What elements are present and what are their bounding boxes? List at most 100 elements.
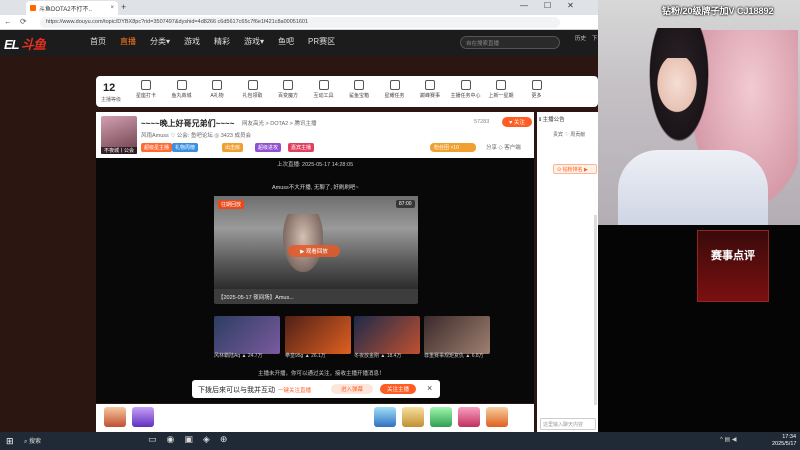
toolbar-item[interactable]: 主播任务中心	[450, 80, 482, 99]
system-tray[interactable]: ^ ▤ ◀	[720, 436, 736, 443]
follow-button[interactable]: ♥ 关注	[502, 117, 532, 127]
notice-follow-button[interactable]: 关注主播	[380, 384, 416, 394]
gift-item-7[interactable]	[486, 407, 508, 427]
event-review-text: 赛事点评	[711, 250, 755, 262]
gift-item-5[interactable]	[430, 407, 452, 427]
gift-item-3[interactable]	[374, 407, 396, 427]
history-icon[interactable]: 历史	[575, 34, 586, 42]
nav-pr[interactable]: PR赛区	[308, 36, 335, 47]
back-icon[interactable]: ←	[4, 17, 12, 26]
chat-input[interactable]: 这里输入聊天内容	[540, 418, 596, 430]
recommended-video-thumb[interactable]	[285, 316, 351, 354]
webcam-face	[656, 58, 698, 114]
badge-guest-anchor[interactable]: 嘉宾主播	[288, 143, 315, 152]
browser-app-icon[interactable]: ◉	[167, 434, 175, 445]
site-search-input[interactable]: 自在搜索直播	[460, 36, 560, 49]
toolbar-item[interactable]: 星耀任务	[379, 80, 411, 99]
toolbar-item-label: 上新一星期	[488, 93, 514, 99]
close-window-icon[interactable]: ✕	[567, 1, 574, 10]
gift-item-1[interactable]	[104, 407, 126, 427]
screen-root: { "browser": { "tab_title": "斗鱼DOTA2不打不.…	[0, 0, 800, 450]
gift-item-6[interactable]	[458, 407, 480, 427]
nav-home[interactable]: 首页	[90, 36, 106, 47]
recommended-video-caption: 风林霸陆Aq ▲ 24.7万	[214, 353, 263, 359]
app-icon[interactable]: ⊕	[220, 434, 228, 445]
offline-message: 主播未开播，你可以通过关注，接收主播开播消息！	[258, 371, 385, 377]
maximize-icon[interactable]: ☐	[544, 1, 551, 10]
toolbar-item-icon	[212, 80, 222, 90]
browser-tab[interactable]: 斗鱼DOTA2不打不.. ×	[26, 1, 118, 15]
start-icon[interactable]: ⊞	[6, 436, 14, 447]
toolbar-item-label: 鱼丸商城	[171, 93, 192, 99]
reload-icon[interactable]: ⟳	[20, 17, 27, 26]
event-review-card[interactable]	[697, 230, 769, 302]
replay-caption: 【2025-05-17 夜间场】Amus...	[218, 295, 294, 301]
nav-games[interactable]: 游戏	[184, 36, 200, 47]
site-logo[interactable]: EL 斗鱼	[4, 34, 46, 53]
toolbar-item-label: 鲨鱼宝箱	[348, 93, 369, 99]
toolbar-item[interactable]: 百变魔方	[272, 80, 304, 99]
toolbar-item-icon	[318, 80, 329, 90]
nav-yuba[interactable]: 鱼吧	[278, 36, 294, 47]
toolbar-item[interactable]: A礼物	[201, 80, 233, 99]
fans-club-button[interactable]: 粉丝团 ×10	[430, 143, 476, 152]
anchor-level-label: 主播等级	[101, 97, 122, 103]
edge-icon[interactable]: ◈	[203, 434, 210, 445]
nav-live[interactable]: 直播	[120, 36, 136, 47]
url-input[interactable]: https://www.douyu.com/topic/DYBX8pc?rid=…	[40, 17, 560, 28]
os-taskbar	[0, 432, 800, 450]
enter-danmaku-button[interactable]: 进入弹幕	[331, 384, 373, 394]
address-bar-row: ← ⟳ https://www.douyu.com/topic/DYBX8pc?…	[0, 15, 598, 30]
recommended-video-thumb[interactable]	[214, 316, 280, 354]
badge-super-attack[interactable]: 超级进攻	[255, 143, 282, 152]
minimize-icon[interactable]: —	[520, 1, 528, 10]
nav-games-more[interactable]: 游戏▾	[244, 36, 264, 47]
toolbar-item-icon	[141, 80, 151, 90]
rank-tabs[interactable]: 贵宾 ♡ 周贡献	[553, 131, 585, 138]
taskbar-search[interactable]: ⌕ 搜索	[24, 436, 41, 446]
chat-scrollbar[interactable]	[594, 215, 597, 405]
toolbar-item-icon	[531, 80, 542, 90]
explorer-icon[interactable]: ▣	[184, 434, 193, 445]
badge-attack-room[interactable]: 出击房	[222, 143, 244, 152]
recommended-video-thumb[interactable]	[424, 316, 490, 354]
taskbar-clock: 17:34 2025/5/17	[772, 434, 796, 448]
nav-highlights[interactable]: 精彩	[214, 36, 230, 47]
toolbar-item-icon	[247, 80, 258, 90]
recommended-video-caption: 拳皇95g ▲ 26.1万	[285, 353, 326, 359]
toolbar-item-label: 星耀任务	[384, 93, 405, 99]
notice-close-icon[interactable]: ×	[427, 383, 432, 393]
toolbar-item[interactable]: 更多	[521, 80, 553, 99]
badge-gift-rank[interactable]: 礼物周榜	[172, 143, 199, 152]
window-controls: — ☐ ✕	[520, 1, 574, 10]
notice-link[interactable]: 一键关注直播	[278, 386, 311, 394]
badge-super-star[interactable]: 超级星主播	[141, 143, 173, 152]
toolbar-item[interactable]: 上新一星期	[485, 80, 517, 99]
nav-category[interactable]: 分类▾	[150, 36, 170, 47]
toolbar-item-icon	[354, 80, 364, 90]
gift-item-4[interactable]	[402, 407, 424, 427]
toolbar-item[interactable]: 鲨鱼宝箱	[343, 80, 375, 99]
share-button[interactable]: 分享 ◇ 客户端	[486, 143, 521, 151]
recommended-video-thumb[interactable]	[354, 316, 420, 354]
chat-panel	[537, 112, 598, 432]
webcam-shirt	[618, 150, 768, 225]
anchor-notice-tab[interactable]: ℹ 主播公告	[539, 115, 565, 123]
play-replay-button[interactable]: ▶ 观看回放	[288, 245, 340, 257]
toolbar-item[interactable]: 星座打卡	[130, 80, 162, 99]
taskview-icon[interactable]: ▭	[148, 434, 157, 445]
room-title: ~~~~晚上好哥兄弟们~~~~	[141, 119, 235, 128]
new-tab-button[interactable]: +	[121, 2, 126, 12]
tab-close-icon[interactable]: ×	[110, 5, 114, 11]
last-airtime: 上次直播: 2025-05-17 14:28:05	[277, 162, 354, 168]
toolbar-item[interactable]: 巅峰赛事	[414, 80, 446, 99]
toolbar-item-label: 星座打卡	[135, 93, 156, 99]
replay-duration: 87:00	[396, 200, 415, 208]
toolbar-item-label: A礼物	[210, 93, 224, 99]
room-breadcrumb[interactable]: 网友高光 > DOTA2 > 腾讯主播	[242, 119, 316, 127]
toolbar-item[interactable]: 礼包领取	[237, 80, 269, 99]
gift-item-2[interactable]	[132, 407, 154, 427]
toolbar-item[interactable]: 互动工具	[308, 80, 340, 99]
toolbar-item[interactable]: 鱼丸商城	[166, 80, 198, 99]
fan-rank-button[interactable]: ⊙ 钻粉排名 ▶	[553, 164, 597, 174]
